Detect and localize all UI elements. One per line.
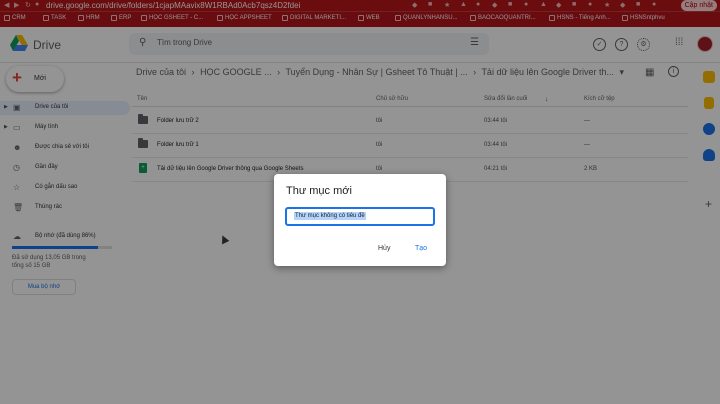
app-root: ◀ ▶ ↻ ● drive.google.com/drive/folders/1… (0, 0, 720, 404)
new-folder-dialog: Thư mục mới Thư mục không có tiêu đề Hủy… (274, 174, 446, 266)
cancel-button[interactable]: Hủy (378, 245, 390, 252)
folder-name-value[interactable]: Thư mục không có tiêu đề (294, 212, 366, 220)
folder-name-input[interactable]: Thư mục không có tiêu đề (285, 207, 435, 226)
dialog-title: Thư mục mới (286, 185, 352, 197)
create-button[interactable]: Tạo (415, 245, 427, 252)
